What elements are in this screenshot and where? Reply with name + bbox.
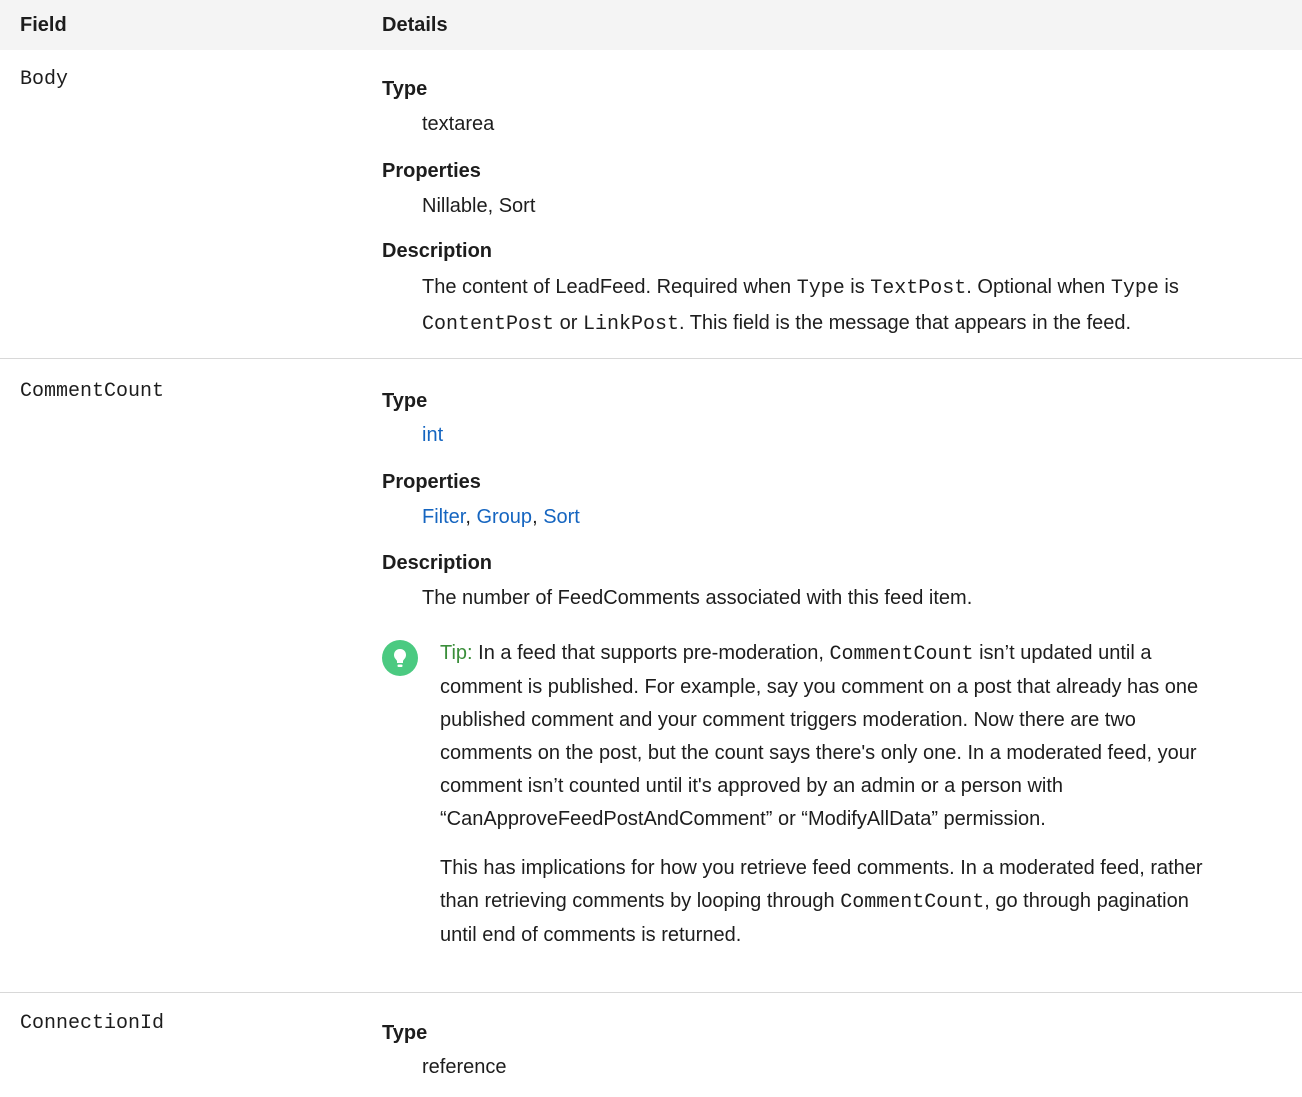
properties-value: Nillable, Sort: [422, 195, 536, 217]
tip-fragment: isn’t updated until a: [979, 642, 1152, 664]
properties-label: Properties: [382, 471, 481, 493]
type-value-link[interactable]: int: [422, 424, 443, 447]
table-header: Field Details: [0, 0, 1302, 50]
properties-label: Properties: [382, 160, 481, 182]
desc-fragment: or: [554, 312, 583, 334]
type-int-link[interactable]: int: [422, 424, 443, 446]
desc-fragment: . Optional when: [966, 276, 1111, 298]
row-divider: [0, 992, 1302, 993]
tip-code: CommentCount: [829, 643, 974, 666]
tip-line: “CanApproveFeedPostAndComment” or “Modif…: [440, 808, 1046, 830]
separator: ,: [532, 506, 544, 528]
properties-links: Filter, Group, Sort: [422, 506, 580, 529]
desc-fragment: . This field is the message that appears…: [678, 312, 1132, 334]
desc-fragment: The content of LeadFeed. Required when: [422, 276, 797, 298]
type-value: textarea: [422, 113, 495, 135]
tip-line: published comment and your comment trigg…: [440, 709, 1136, 731]
column-header-details: Details: [382, 14, 448, 36]
field-name-connectionid: ConnectionId: [20, 1012, 165, 1035]
tip-note: Tip: In a feed that supports pre-moderat…: [440, 637, 1300, 952]
description-text: The number of FeedComments associated wi…: [422, 587, 973, 609]
tip-fragment: , go through pagination: [984, 890, 1189, 912]
field-name-body: Body: [20, 68, 69, 91]
desc-fragment: is: [1158, 276, 1179, 298]
desc-code: LinkPost: [582, 313, 679, 336]
tip-line: comment is published. For example, say y…: [440, 676, 1199, 698]
field-name-commentcount: CommentCount: [20, 380, 165, 403]
tip-line: This has implications for how you retrie…: [440, 857, 1203, 879]
description-label: Description: [382, 240, 493, 262]
tip-line: than retrieving comments by looping thro…: [440, 885, 1300, 919]
description-text: The content of LeadFeed. Required when T…: [422, 270, 1292, 342]
tip-label: Tip:: [440, 642, 473, 664]
desc-code: Type: [1110, 277, 1159, 300]
group-link[interactable]: Group: [476, 506, 532, 528]
desc-fragment: is: [844, 276, 871, 298]
desc-code: ContentPost: [422, 313, 555, 336]
type-label: Type: [382, 78, 428, 100]
type-value: reference: [422, 1056, 507, 1078]
desc-code: Type: [796, 277, 845, 300]
description-label: Description: [382, 552, 493, 574]
type-label: Type: [382, 390, 428, 412]
row-divider: [0, 358, 1302, 359]
tip-line: Tip: In a feed that supports pre-moderat…: [440, 637, 1300, 671]
tip-line: comment isn’t counted until it's approve…: [440, 775, 1064, 797]
column-header-field: Field: [20, 14, 67, 36]
sort-link[interactable]: Sort: [543, 506, 580, 528]
tip-fragment: than retrieving comments by looping thro…: [440, 890, 835, 912]
filter-link[interactable]: Filter: [422, 506, 465, 528]
tip-code: CommentCount: [840, 891, 985, 914]
tip-line: comments on the post, but the count says…: [440, 742, 1197, 764]
lightbulb-icon: [382, 640, 418, 676]
separator: ,: [465, 506, 477, 528]
type-label: Type: [382, 1022, 428, 1044]
tip-fragment: In a feed that supports pre-moderation,: [478, 642, 824, 664]
tip-line: until end of comments is returned.: [440, 924, 742, 946]
desc-code: TextPost: [870, 277, 967, 300]
